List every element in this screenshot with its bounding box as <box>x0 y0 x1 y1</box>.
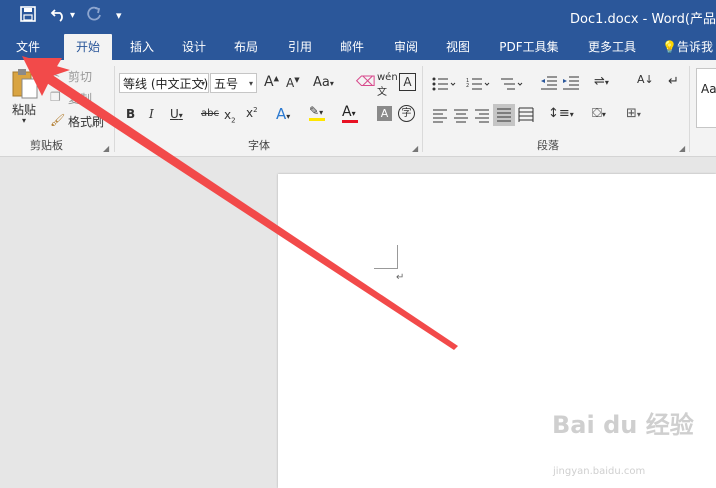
watermark-url: jingyan.baidu.com <box>553 466 646 477</box>
watermark-logo: Bai du 经验 <box>552 411 694 439</box>
